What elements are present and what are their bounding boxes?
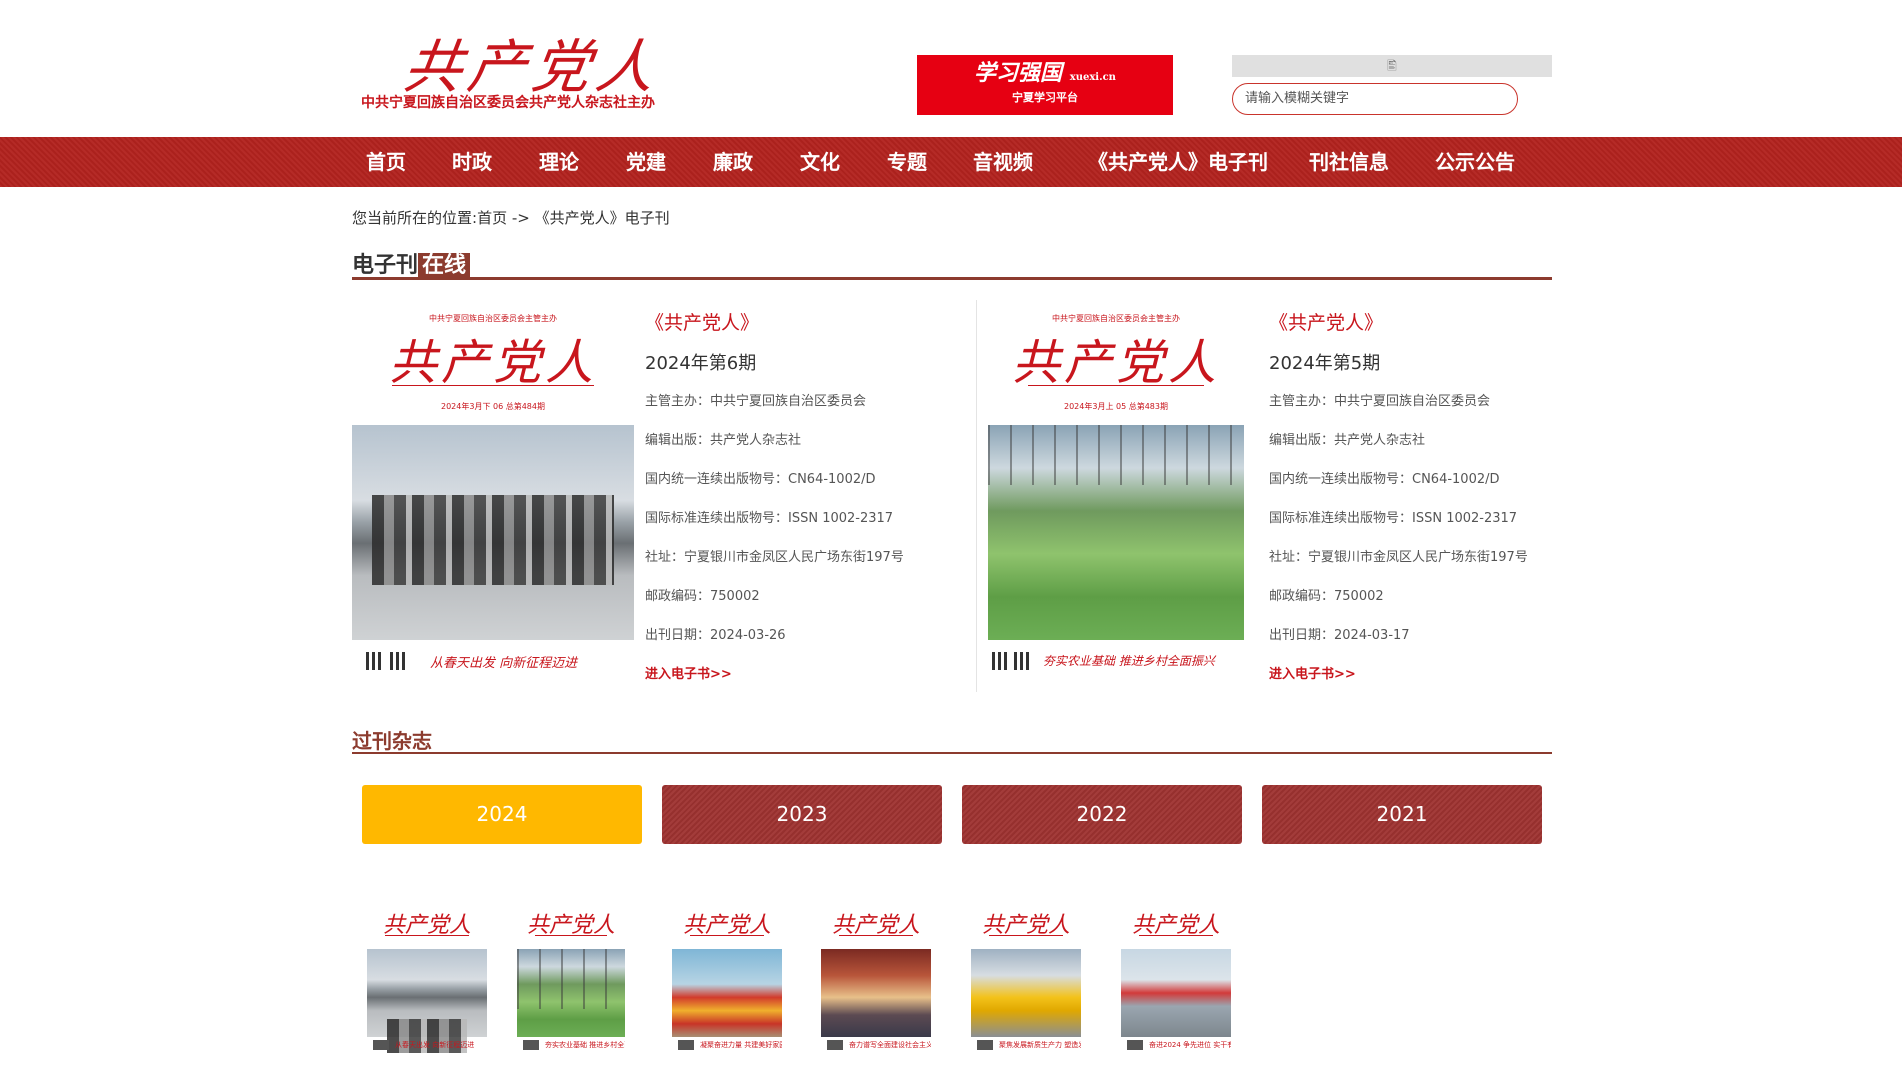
- cover-slogan: 从春天出发 向新征程迈进: [430, 656, 578, 671]
- issue-thumbnail[interactable]: 共产党人 奋力谱写全面建设社会主义现代化美丽新宁夏壮丽篇章: [821, 903, 931, 1053]
- breadcrumb: 您当前所在的位置:首页 -> 《共产党人》电子刊: [352, 207, 670, 228]
- issue-row: 编辑出版：共产党人杂志社: [645, 433, 802, 448]
- issue-info-1: 《共产党人》 2024年第6期 主管主办：中共宁夏回族自治区委员会 编辑出版：共…: [645, 308, 965, 688]
- issue-magazine: 《共产党人》: [1269, 312, 1384, 334]
- issue-row: 主管主办：中共宁夏回族自治区委员会: [1269, 394, 1491, 409]
- thumb-photo: [672, 949, 782, 1037]
- nav-item-theory[interactable]: 理论: [539, 137, 579, 187]
- nav-item-party-building[interactable]: 党建: [626, 137, 666, 187]
- issue-thumbnail[interactable]: 共产党人 从春天出发 向新征程迈进: [367, 903, 487, 1053]
- issue-row: 国际标准连续出版物号：ISSN 1002-2317: [645, 511, 894, 526]
- enter-ebook-link[interactable]: 进入电子书>>: [1269, 663, 1356, 682]
- breadcrumb-prefix: 您当前所在的位置:: [352, 209, 478, 227]
- search-input[interactable]: 请输入模糊关键字: [1232, 83, 1518, 115]
- qr-code-icon: [977, 1040, 993, 1050]
- issue-row: 出刊日期：2024-03-17: [1269, 628, 1410, 643]
- nav-item-politics[interactable]: 时政: [452, 137, 492, 187]
- thumb-slogan: 从春天出发 向新征程迈进: [395, 1041, 475, 1049]
- nav-item-integrity[interactable]: 廉政: [713, 137, 753, 187]
- issue-thumbnail[interactable]: 共产党人 聚焦发展新质生产力 塑造发展新动能: [971, 903, 1081, 1053]
- thumb-slogan: 奋力谱写全面建设社会主义现代化美丽新宁夏壮丽篇章: [849, 1041, 931, 1049]
- qr-code-icon: [390, 652, 408, 670]
- nav-item-home[interactable]: 首页: [366, 137, 406, 187]
- nav-item-press-info[interactable]: 刊社信息: [1309, 137, 1389, 187]
- issue-thumbnail[interactable]: 共产党人 凝聚奋进力量 共建美好家园: [672, 903, 782, 1053]
- thumb-slogan: 夯实农业基础 推进乡村全面振兴: [545, 1041, 625, 1049]
- section-title-past: 过刊杂志: [352, 725, 1552, 754]
- qr-code-icon: [827, 1040, 843, 1050]
- main-nav: 首页 时政 理论 党建 廉政 文化 专题 音视频 《共产党人》电子刊 刊社信息 …: [0, 137, 1902, 187]
- enter-ebook-link[interactable]: 进入电子书>>: [645, 663, 732, 682]
- xxqg-subtitle: 宁夏学习平台: [1012, 91, 1078, 104]
- thumb-photo: [1121, 949, 1231, 1037]
- issue-row: 社址：宁夏银川市金凤区人民广场东街197号: [1269, 550, 1528, 565]
- xxqg-domain: xuexi.cn: [1069, 72, 1116, 83]
- logo-subtitle: 中共宁夏回族自治区委员会共产党人杂志社主办: [361, 95, 655, 111]
- qr-code-icon: [1014, 652, 1032, 670]
- issue-cover-2[interactable]: 中共宁夏回族自治区委员会主管主办 共产党人 2024年3月上 05 总第483期…: [988, 305, 1244, 683]
- thumb-slogan: 聚焦发展新质生产力 塑造发展新动能: [999, 1041, 1081, 1049]
- issue-row: 主管主办：中共宁夏回族自治区委员会: [645, 394, 867, 409]
- breadcrumb-current[interactable]: 《共产党人》电子刊: [535, 209, 670, 227]
- issue-number: 2024年第6期: [645, 353, 757, 374]
- issue-row: 国内统一连续出版物号：CN64-1002/D: [1269, 472, 1500, 487]
- thumb-slogan: 凝聚奋进力量 共建美好家园: [700, 1041, 782, 1049]
- nav-item-media[interactable]: 音视频: [973, 137, 1033, 187]
- search-button[interactable]: 🖺: [1232, 55, 1552, 77]
- image-icon: 🖺: [1387, 59, 1397, 73]
- year-tab-2023[interactable]: 2023: [662, 785, 942, 844]
- nav-item-announcements[interactable]: 公示公告: [1435, 137, 1515, 187]
- issue-row: 国内统一连续出版物号：CN64-1002/D: [645, 472, 876, 487]
- issue-row: 出刊日期：2024-03-26: [645, 628, 786, 643]
- thumb-photo: [517, 949, 625, 1037]
- issue-row: 国际标准连续出版物号：ISSN 1002-2317: [1269, 511, 1518, 526]
- qr-code-icon: [1127, 1040, 1143, 1050]
- xxqg-title: 学习强国: [974, 60, 1063, 86]
- nav-item-ejournal[interactable]: 《共产党人》电子刊: [1088, 137, 1268, 187]
- issue-row: 社址：宁夏银川市金凤区人民广场东街197号: [645, 550, 904, 565]
- site-logo[interactable]: 共产党人 中共宁夏回族自治区委员会共产党人杂志社主办: [355, 20, 685, 115]
- nav-item-culture[interactable]: 文化: [800, 137, 840, 187]
- section-title-b: 在线: [418, 253, 471, 278]
- section-title-online: 电子刊 在线: [352, 247, 1552, 280]
- xuexi-qiangguo-banner[interactable]: 学习强国 xuexi.cn 宁夏学习平台: [917, 55, 1173, 115]
- issue-cover-1[interactable]: 中共宁夏回族自治区委员会主管主办 共产党人 2024年3月下 06 总第484期…: [352, 305, 634, 683]
- breadcrumb-home[interactable]: 首页: [477, 209, 507, 227]
- thumb-photo: [971, 949, 1081, 1037]
- issue-info-2: 《共产党人》 2024年第5期 主管主办：中共宁夏回族自治区委员会 编辑出版：共…: [1269, 308, 1569, 688]
- issue-thumbnail[interactable]: 共产党人 夯实农业基础 推进乡村全面振兴: [517, 903, 625, 1053]
- issue-divider: [976, 300, 977, 692]
- qr-code-icon: [992, 652, 1010, 670]
- thumb-slogan: 奋进2024 争先进位 实干有为: [1149, 1041, 1231, 1049]
- cover-logo: 共产党人: [388, 335, 597, 391]
- breadcrumb-sep: ->: [507, 209, 535, 227]
- section-title-past-label: 过刊杂志: [352, 729, 432, 753]
- cover-photo: [352, 425, 634, 640]
- section-title-a: 电子刊: [352, 253, 419, 278]
- year-tab-2021[interactable]: 2021: [1262, 785, 1542, 844]
- cover-photo: [988, 425, 1244, 640]
- cover-issue-line: 2024年3月上 05 总第483期: [1064, 402, 1168, 411]
- qr-code-icon: [373, 1040, 389, 1050]
- cover-issue-line: 2024年3月下 06 总第484期: [441, 402, 545, 411]
- issue-thumbnail[interactable]: 共产党人 奋进2024 争先进位 实干有为: [1121, 903, 1231, 1053]
- issue-row: 编辑出版：共产党人杂志社: [1269, 433, 1426, 448]
- qr-code-icon: [523, 1040, 539, 1050]
- issue-number: 2024年第5期: [1269, 353, 1381, 374]
- cover-logo: 共产党人: [1011, 335, 1220, 391]
- thumb-photo: [821, 949, 931, 1037]
- nav-item-topics[interactable]: 专题: [887, 137, 927, 187]
- issue-row: 邮政编码：750002: [645, 589, 760, 604]
- cover-slogan: 夯实农业基础 推进乡村全面振兴: [1043, 654, 1215, 668]
- qr-code-icon: [366, 652, 384, 670]
- thumb-photo: [367, 949, 487, 1053]
- qr-code-icon: [678, 1040, 694, 1050]
- issue-magazine: 《共产党人》: [645, 312, 760, 334]
- year-tab-2024[interactable]: 2024: [362, 785, 642, 844]
- year-tab-2022[interactable]: 2022: [962, 785, 1242, 844]
- issue-row: 邮政编码：750002: [1269, 589, 1384, 604]
